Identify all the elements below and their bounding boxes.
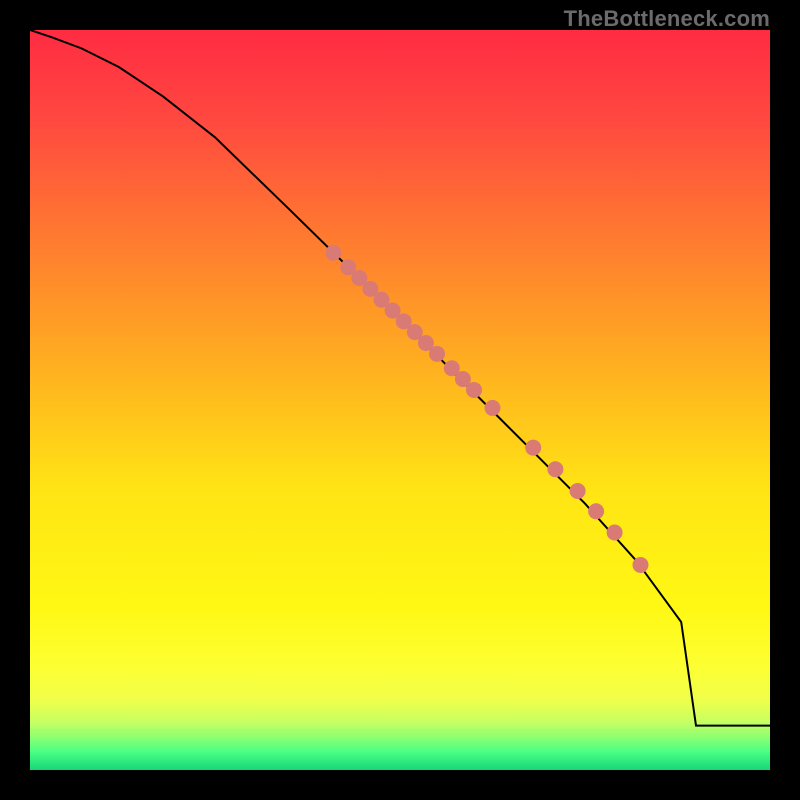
curve-marker [633,557,649,573]
curve-marker [525,440,541,456]
gradient-background [30,30,770,770]
curve-marker [570,483,586,499]
curve-marker [466,382,482,398]
gradient-plot-svg [30,30,770,770]
curve-marker [607,525,623,541]
watermark-text: TheBottleneck.com [564,6,770,32]
chart-stage: TheBottleneck.com [0,0,800,800]
curve-marker [429,346,445,362]
curve-marker [588,503,604,519]
curve-marker [325,245,341,261]
plot-area [30,30,770,770]
curve-marker [485,400,501,416]
curve-marker [547,461,563,477]
